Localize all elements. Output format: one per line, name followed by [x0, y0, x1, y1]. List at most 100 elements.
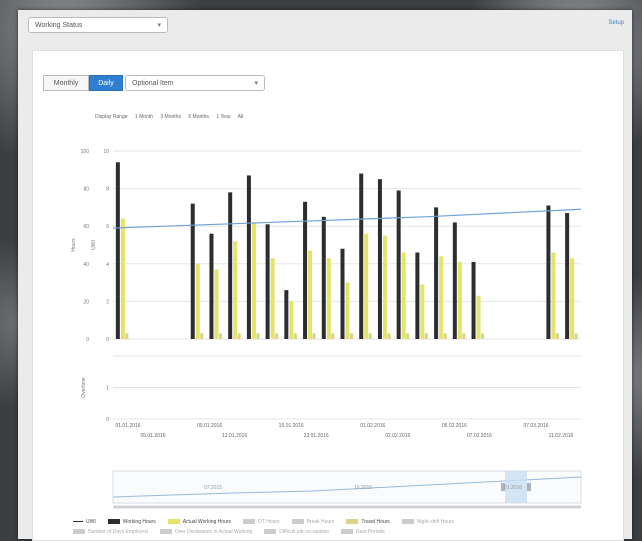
bar — [251, 222, 256, 339]
bar — [424, 333, 428, 339]
legend-item[interactable]: Number of Days Employed — [73, 529, 148, 535]
legend-swatch — [107, 519, 120, 525]
left-tick-label: 80 — [83, 187, 89, 193]
legend-label: Number of Days Employed — [88, 529, 148, 535]
bar — [551, 252, 556, 339]
legend-item[interactable]: Over Declaration in Actual Working — [159, 529, 253, 535]
bar — [476, 295, 481, 339]
x-tick-label: 05.02.2016 — [442, 423, 467, 429]
legend-swatch — [264, 529, 277, 535]
bar — [331, 333, 335, 339]
bar — [462, 333, 466, 339]
bar — [368, 333, 372, 339]
legend-label: OT Hours — [257, 519, 280, 525]
bar — [308, 250, 313, 339]
legend-item[interactable]: OT Hours — [242, 519, 280, 525]
legend-swatch — [401, 519, 414, 525]
right-tick-label: 0 — [106, 337, 109, 343]
left-axis-title: Hours — [71, 238, 77, 252]
x-tick-label: 07.03.2016 — [523, 423, 548, 429]
x-tick-label: 11.02.2016 — [549, 433, 574, 439]
bar — [312, 333, 316, 339]
bar — [270, 258, 275, 339]
chart-card: Monthly Daily Optional Item ▾ Display Ra… — [32, 50, 624, 541]
navigator-handle-right — [527, 483, 531, 491]
left-tick-label: 0 — [86, 337, 89, 343]
navigator-label: 10.2015 — [354, 485, 372, 491]
bar — [256, 333, 260, 339]
legend-item[interactable]: UWI — [73, 519, 96, 525]
bar — [434, 207, 439, 339]
legend-item[interactable]: Night-shift Hours — [401, 519, 455, 525]
left-tick-label: 60 — [83, 224, 89, 230]
right-tick-label: 8 — [106, 187, 109, 193]
bar — [195, 263, 200, 339]
trend-line — [112, 208, 582, 229]
chart-legend: UWI Working Hours Actual Working Hours OT H… — [73, 517, 613, 537]
bar — [246, 175, 251, 339]
x-tick-label: 15.01.2016 — [279, 423, 304, 429]
bar — [570, 258, 575, 339]
x-tick-label: 07.02.2016 — [467, 433, 492, 439]
status-select-value: Working Status — [35, 22, 83, 29]
bar — [200, 333, 204, 339]
legend-item[interactable]: Difficult job occupation — [264, 529, 329, 535]
right-tick-label: 4 — [106, 262, 109, 268]
legend-item[interactable]: Rest Periods — [341, 529, 385, 535]
bar — [481, 333, 485, 339]
bar — [214, 269, 219, 339]
bar — [377, 179, 382, 339]
legend-swatch — [167, 519, 180, 525]
bar — [115, 162, 120, 339]
bar — [406, 333, 410, 339]
bar — [284, 290, 289, 339]
x-tick-label: 12.01.2016 — [222, 433, 247, 439]
bar — [382, 235, 387, 339]
bar — [321, 216, 326, 339]
top-bar: Working Status ▾ Setup — [18, 10, 632, 40]
legend-label: Travel Hours — [361, 519, 390, 525]
legend-item[interactable]: Travel Hours — [346, 519, 390, 525]
legend-label: Break Hours — [306, 519, 335, 525]
secondary-axis-title: Overtime — [81, 377, 87, 398]
bar — [350, 333, 353, 339]
chevron-down-icon: ▾ — [157, 22, 161, 29]
secondary-tick-label: 0 — [106, 417, 109, 423]
legend-label: Night-shift Hours — [416, 519, 455, 525]
bar — [555, 333, 559, 339]
legend-row-2: Number of Days Employed Over Declaration … — [73, 527, 613, 537]
x-tick-label: 01.01.2016 — [115, 423, 140, 429]
bar — [190, 203, 195, 339]
bar — [457, 261, 462, 339]
bar — [401, 252, 406, 339]
bar — [265, 224, 270, 339]
bar — [218, 333, 222, 339]
left-tick-label: 20 — [83, 299, 89, 305]
legend-swatch — [73, 529, 85, 535]
right-tick-label: 6 — [106, 224, 109, 230]
bar — [452, 222, 457, 339]
bar — [396, 190, 401, 339]
left-tick-label: 100 — [81, 149, 90, 155]
chart-area: 0 0 20 2 40 4 60 6 80 8 100 10 Hours UWI 0 1 Overtime 01.… — [71, 149, 582, 509]
legend-label: Rest Periods — [356, 529, 385, 535]
bar — [359, 173, 364, 339]
setup-link[interactable]: Setup — [608, 20, 624, 26]
legend-label: Over Declaration in Actual Working — [174, 529, 253, 535]
bar — [420, 284, 425, 339]
legend-swatch — [291, 519, 304, 525]
legend-item[interactable]: Break Hours — [291, 519, 335, 525]
bar — [471, 261, 476, 339]
bar — [293, 333, 297, 339]
bar — [439, 256, 444, 339]
bar — [340, 248, 345, 339]
x-tick-label: 09.01.2016 — [197, 423, 222, 429]
secondary-tick-label: 1 — [106, 386, 109, 392]
bar — [546, 205, 551, 339]
status-select[interactable]: Working Status ▾ — [28, 17, 168, 33]
main-panel: Working Status ▾ Setup Monthly Daily Opt… — [18, 10, 632, 541]
legend-swatch — [73, 521, 83, 523]
legend-item[interactable]: Actual Working Hours — [167, 519, 231, 525]
legend-item[interactable]: Working Hours — [107, 519, 156, 525]
bar — [326, 258, 331, 339]
